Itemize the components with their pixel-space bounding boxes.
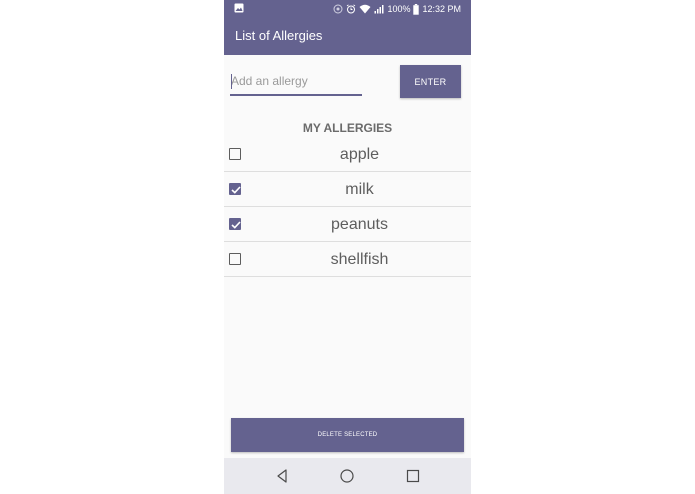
list-item[interactable]: apple (224, 137, 471, 172)
phone-screen: 100% 12:32 PM List of Allergies ENTER MY… (224, 0, 471, 494)
checkbox-checked[interactable] (229, 218, 241, 230)
sync-icon (333, 4, 343, 14)
text-cursor (231, 74, 232, 89)
list-heading: MY ALLERGIES (302, 121, 393, 135)
list-item[interactable]: shellfish (224, 242, 471, 277)
battery-icon (413, 3, 420, 15)
status-bar: 100% 12:32 PM (224, 0, 471, 18)
app-title: List of Allergies (235, 28, 323, 43)
signal-icon (374, 5, 384, 14)
list-item[interactable]: milk (224, 172, 471, 207)
allergy-list: apple milk peanuts shellfish (224, 137, 471, 277)
status-icons: 100% 12:32 PM (333, 2, 461, 16)
image-icon (234, 3, 244, 13)
list-item-label: milk (345, 181, 374, 198)
back-icon[interactable] (274, 468, 290, 484)
list-item-label: shellfish (330, 251, 389, 268)
home-icon[interactable] (339, 468, 355, 484)
checkbox-unchecked[interactable] (229, 148, 241, 160)
delete-selected-button[interactable]: DELETE SELECTED (231, 418, 464, 452)
list-item[interactable]: peanuts (224, 207, 471, 242)
screenshot-canvas: 100% 12:32 PM List of Allergies ENTER MY… (0, 0, 695, 494)
check-icon (231, 186, 241, 194)
enter-button[interactable]: ENTER (400, 65, 461, 98)
alarm-icon (347, 4, 356, 14)
app-bar: List of Allergies (224, 18, 471, 55)
wifi-icon (359, 4, 371, 14)
checkbox-unchecked[interactable] (229, 253, 241, 265)
checkbox-checked[interactable] (229, 183, 241, 195)
list-item-label: peanuts (331, 216, 388, 233)
navigation-bar (224, 458, 471, 494)
check-icon (231, 221, 241, 229)
status-time: 12:32 PM (422, 4, 461, 14)
allergy-input[interactable] (230, 68, 362, 96)
list-item-label: apple (339, 146, 380, 163)
recents-icon[interactable] (405, 468, 421, 484)
battery-percent: 100% (387, 4, 411, 14)
